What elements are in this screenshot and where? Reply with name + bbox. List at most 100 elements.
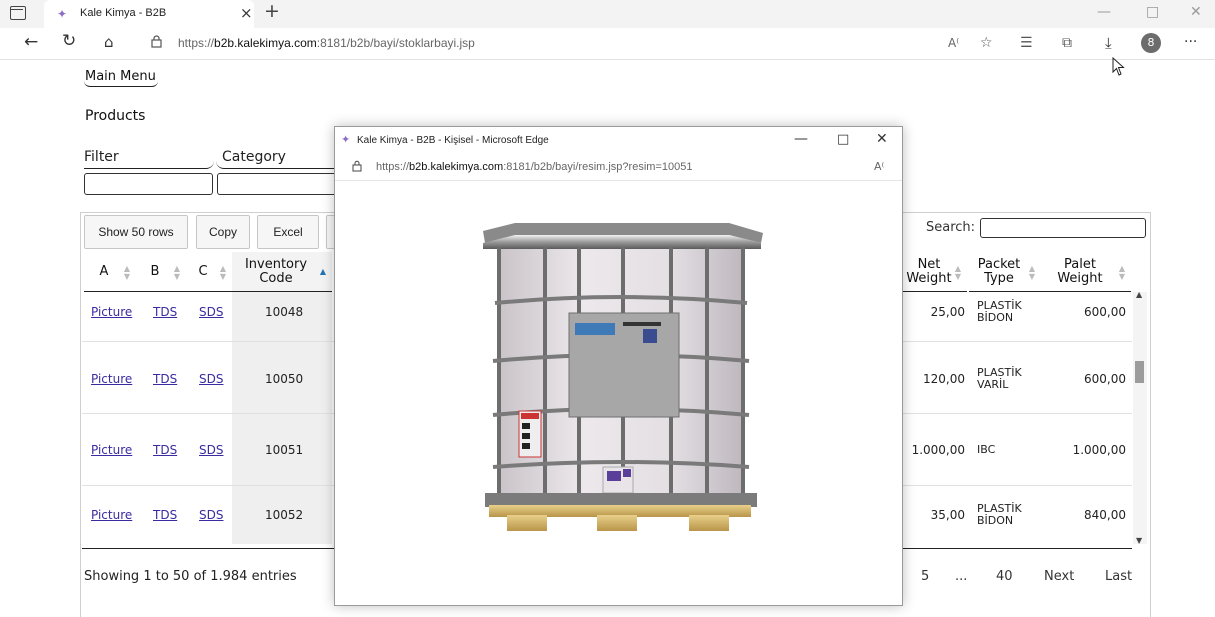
sort-icon: ▲ ▼ — [1118, 264, 1125, 281]
popup-url[interactable]: https://b2b.kalekimya.com:8181/b2b/bayi/… — [376, 161, 692, 173]
column-header-net-weight[interactable]: Net Weight ▲ ▼ — [903, 252, 967, 292]
lock-icon — [151, 35, 162, 48]
column-header-b[interactable]: B ▲ ▼ — [136, 252, 186, 292]
tab-title: Kale Kimya - B2B — [80, 7, 167, 19]
palet-weight: 600,00 — [1084, 372, 1126, 386]
address-bar[interactable]: https://b2b.kalekimya.com:8181/b2b/bayi/… — [178, 36, 475, 50]
downloads-icon[interactable]: ⤓ — [1105, 34, 1112, 52]
category-select[interactable] — [217, 173, 337, 195]
scrollbar-thumb[interactable] — [1135, 361, 1144, 383]
pagination-ellipsis: ... — [955, 569, 968, 584]
tds-link[interactable]: TDS — [153, 508, 177, 522]
entries-info: Showing 1 to 50 of 1.984 entries — [84, 569, 297, 584]
table-scrollbar[interactable] — [1133, 292, 1147, 544]
sds-link[interactable]: SDS — [199, 508, 223, 522]
sort-icon: ▲ ▼ — [123, 264, 130, 281]
category-label: Category — [216, 149, 336, 169]
favorite-star-icon[interactable]: ☆ — [980, 35, 993, 51]
refresh-icon[interactable]: ↻ — [62, 31, 76, 51]
picture-link[interactable]: Picture — [91, 508, 132, 522]
popup-title-bar: ✦ Kale Kimya - B2B - Kişisel - Microsoft… — [335, 127, 902, 155]
sort-icon: ▲ ▼ — [173, 264, 180, 281]
main-menu-link[interactable]: Main Menu — [84, 69, 158, 87]
favorites-icon[interactable]: ☰ — [1020, 35, 1033, 51]
sds-link[interactable]: SDS — [199, 305, 223, 319]
popup-title: Kale Kimya - B2B - Kişisel - Microsoft E… — [357, 135, 549, 146]
browser-tab[interactable]: ✦ Kale Kimya - B2B × — [44, 0, 254, 28]
packet-type: PLASTİK VARİL — [977, 366, 1022, 391]
back-icon[interactable]: ← — [24, 32, 38, 52]
net-weight: 1.000,00 — [911, 443, 965, 457]
tds-link[interactable]: TDS — [153, 305, 177, 319]
sort-icon: ▲ ▼ — [1028, 264, 1035, 281]
next-page-button[interactable]: Next — [1044, 569, 1074, 584]
tds-link[interactable]: TDS — [153, 372, 177, 386]
restore-icon[interactable]: □ — [1146, 4, 1159, 20]
ibc-container-image — [483, 223, 763, 531]
mouse-cursor-icon — [1112, 57, 1125, 76]
page-40-button[interactable]: 40 — [996, 569, 1013, 584]
close-window-icon[interactable]: ✕ — [1190, 4, 1202, 20]
palet-weight: 840,00 — [1084, 508, 1126, 522]
filter-input[interactable] — [84, 173, 213, 195]
sds-link[interactable]: SDS — [199, 372, 223, 386]
inventory-code: 10052 — [265, 508, 304, 522]
filter-label: Filter — [84, 149, 214, 169]
palet-weight: 600,00 — [1084, 305, 1126, 319]
more-icon[interactable]: ··· — [1184, 34, 1197, 50]
search-label: Search: — [926, 220, 976, 235]
column-header-a[interactable]: A ▲ ▼ — [84, 252, 136, 292]
net-weight: 25,00 — [930, 305, 965, 319]
packet-type: PLASTİK BİDON — [977, 502, 1022, 527]
tab-actions-icon[interactable] — [10, 6, 26, 20]
column-header-palet-weight[interactable]: Palet Weight ▲ ▼ — [1041, 252, 1131, 292]
picture-link[interactable]: Picture — [91, 305, 132, 319]
sds-link[interactable]: SDS — [199, 443, 223, 457]
column-header-packet-type[interactable]: Packet Type ▲ ▼ — [969, 252, 1041, 292]
scroll-up-icon[interactable]: ▲ — [1136, 290, 1142, 299]
picture-link[interactable]: Picture — [91, 443, 132, 457]
inventory-code: 10048 — [265, 305, 304, 319]
net-weight: 120,00 — [923, 372, 965, 386]
inventory-code: 10051 — [265, 443, 304, 457]
picture-popup-window: ✦ Kale Kimya - B2B - Kişisel - Microsoft… — [334, 126, 903, 606]
excel-button[interactable]: Excel — [257, 215, 319, 249]
inventory-code: 10050 — [265, 372, 304, 386]
sort-icon: ▲ ▼ — [219, 264, 226, 281]
browser-toolbar: ← ↻ ⌂ https://b2b.kalekimya.com:8181/b2b… — [0, 28, 1215, 60]
packet-type: PLASTİK BİDON — [977, 299, 1022, 324]
scroll-down-icon[interactable]: ▼ — [1136, 536, 1142, 545]
page-title: Products — [85, 108, 146, 124]
tab-close-icon[interactable]: × — [240, 4, 253, 22]
tab-bar: ✦ Kale Kimya - B2B × + — □ ✕ — [0, 0, 1215, 28]
sort-ascending-icon: ▲ — [319, 267, 326, 276]
packet-type: IBC — [977, 443, 996, 456]
search-input[interactable] — [980, 218, 1146, 238]
page-5-button[interactable]: 5 — [921, 569, 929, 584]
column-header-c[interactable]: C ▲ ▼ — [186, 252, 232, 292]
read-aloud-icon[interactable]: A⁽ — [948, 36, 959, 50]
popup-maximize-icon[interactable]: □ — [837, 132, 849, 147]
home-icon[interactable]: ⌂ — [104, 33, 114, 51]
sorted-column-highlight — [232, 292, 332, 544]
collections-icon[interactable]: ⧉ — [1062, 35, 1072, 51]
profile-avatar[interactable]: 8 — [1141, 33, 1161, 53]
show-rows-button[interactable]: Show 50 rows — [84, 215, 188, 249]
tds-link[interactable]: TDS — [153, 443, 177, 457]
new-tab-icon[interactable]: + — [264, 0, 280, 22]
read-aloud-icon[interactable]: A⁽ — [874, 160, 884, 173]
popup-close-icon[interactable]: ✕ — [876, 131, 888, 147]
picture-link[interactable]: Picture — [91, 372, 132, 386]
lock-icon — [352, 160, 362, 172]
site-favicon-icon: ✦ — [341, 133, 351, 146]
site-favicon-icon: ✦ — [57, 7, 68, 21]
minimize-icon[interactable]: — — [1097, 4, 1111, 20]
palet-weight: 1.000,00 — [1072, 443, 1126, 457]
last-page-button[interactable]: Last — [1105, 569, 1132, 584]
popup-minimize-icon[interactable]: — — [794, 131, 808, 147]
net-weight: 35,00 — [930, 508, 965, 522]
column-header-inventory-code[interactable]: Inventory Code ▲ — [232, 252, 332, 292]
popup-address-bar: https://b2b.kalekimya.com:8181/b2b/bayi/… — [335, 155, 902, 181]
sort-icon: ▲ ▼ — [954, 264, 961, 281]
copy-button[interactable]: Copy — [196, 215, 250, 249]
